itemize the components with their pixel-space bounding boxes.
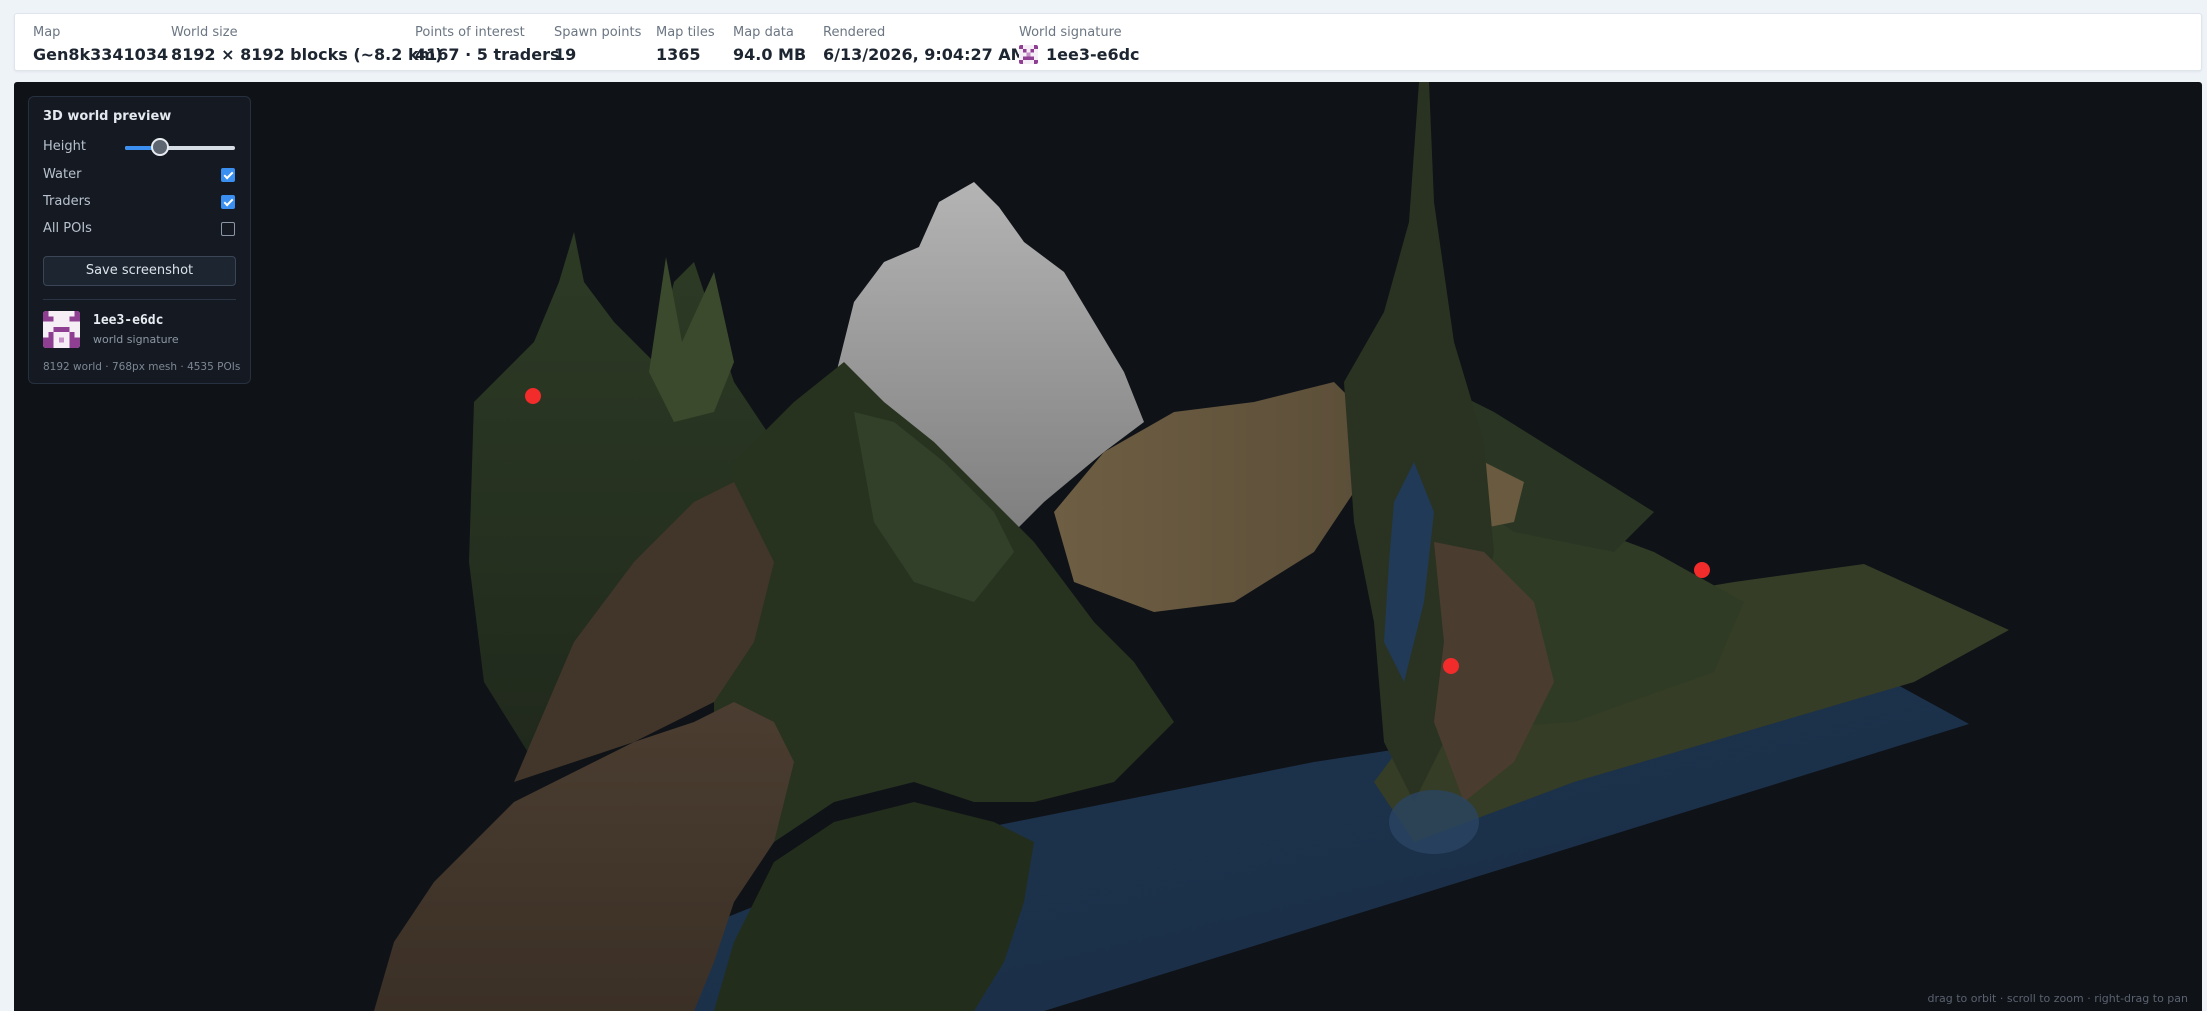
- stat-map-value: Gen8k3341034: [33, 45, 169, 64]
- world-3d-viewport[interactable]: 3D world preview Height Water Traders Al…: [14, 82, 2202, 1011]
- stat-signature-value: 1ee3-e6dc: [1046, 45, 1140, 64]
- trader-marker[interactable]: [525, 388, 541, 404]
- identicon-icon: [43, 311, 80, 348]
- stat-world-size: World size 8192 × 8192 blocks (~8.2 km): [171, 24, 443, 66]
- map-info-bar: Map Gen8k3341034 World size 8192 × 8192 …: [14, 13, 2202, 71]
- water-checkbox[interactable]: [221, 168, 235, 182]
- stat-data-label: Map data: [733, 25, 794, 40]
- signature-code: 1ee3-e6dc: [93, 313, 164, 328]
- stat-rendered-label: Rendered: [823, 25, 886, 40]
- traders-checkbox[interactable]: [221, 195, 235, 209]
- signature-caption: world signature: [93, 333, 179, 346]
- stat-rendered-value: 6/13/2026, 9:04:27 AM: [823, 45, 1027, 64]
- water-label: Water: [43, 167, 82, 182]
- height-label: Height: [43, 139, 86, 154]
- stat-world-signature: World signature 1ee3-e6dc: [1019, 24, 1140, 66]
- water-toggle-row[interactable]: Water: [43, 165, 235, 185]
- stat-map-data: Map data 94.0 MB: [733, 24, 806, 66]
- panel-divider: [43, 299, 236, 300]
- stat-spawn-points: Spawn points 19: [554, 24, 641, 66]
- stat-data-value: 94.0 MB: [733, 45, 807, 64]
- traders-label: Traders: [43, 194, 91, 209]
- stat-points-of-interest: Points of interest 4167 · 5 traders: [415, 24, 560, 66]
- stat-spawn-label: Spawn points: [554, 25, 642, 40]
- stat-map-label: Map: [33, 25, 61, 40]
- stat-map: Map Gen8k3341034: [33, 24, 168, 66]
- stat-rendered: Rendered 6/13/2026, 9:04:27 AM: [823, 24, 1027, 66]
- stat-signature-row: 1ee3-e6dc: [1019, 44, 1140, 66]
- stat-world-size-label: World size: [171, 25, 238, 40]
- trader-marker[interactable]: [1443, 658, 1459, 674]
- height-slider-knob[interactable]: [151, 138, 170, 156]
- panel-title: 3D world preview: [43, 109, 172, 124]
- trader-marker[interactable]: [1694, 562, 1710, 578]
- panel-footer-stats: 8192 world · 768px mesh · 4535 POIs: [43, 361, 241, 373]
- stat-tiles-value: 1365: [656, 45, 701, 64]
- stat-map-tiles: Map tiles 1365: [656, 24, 715, 66]
- stat-poi-label: Points of interest: [415, 25, 525, 40]
- stat-poi-value: 4167 · 5 traders: [415, 45, 560, 64]
- height-slider[interactable]: [125, 138, 235, 156]
- preview-control-panel: 3D world preview Height Water Traders Al…: [28, 96, 251, 384]
- stat-tiles-label: Map tiles: [656, 25, 715, 40]
- terrain-render[interactable]: [14, 82, 2202, 1011]
- all-pois-toggle-row[interactable]: All POIs: [43, 219, 235, 239]
- height-control: Height: [43, 137, 235, 157]
- foreground-lake: [1389, 790, 1479, 854]
- stat-signature-label: World signature: [1019, 25, 1122, 40]
- stat-world-size-value: 8192 × 8192 blocks (~8.2 km): [171, 45, 443, 64]
- stat-spawn-value: 19: [554, 45, 577, 64]
- traders-toggle-row[interactable]: Traders: [43, 192, 235, 212]
- identicon-icon: [1019, 45, 1038, 64]
- save-screenshot-button[interactable]: Save screenshot: [43, 256, 236, 286]
- viewport-controls-hint: drag to orbit · scroll to zoom · right-d…: [1927, 992, 2188, 1005]
- all-pois-label: All POIs: [43, 221, 92, 236]
- all-pois-checkbox[interactable]: [221, 222, 235, 236]
